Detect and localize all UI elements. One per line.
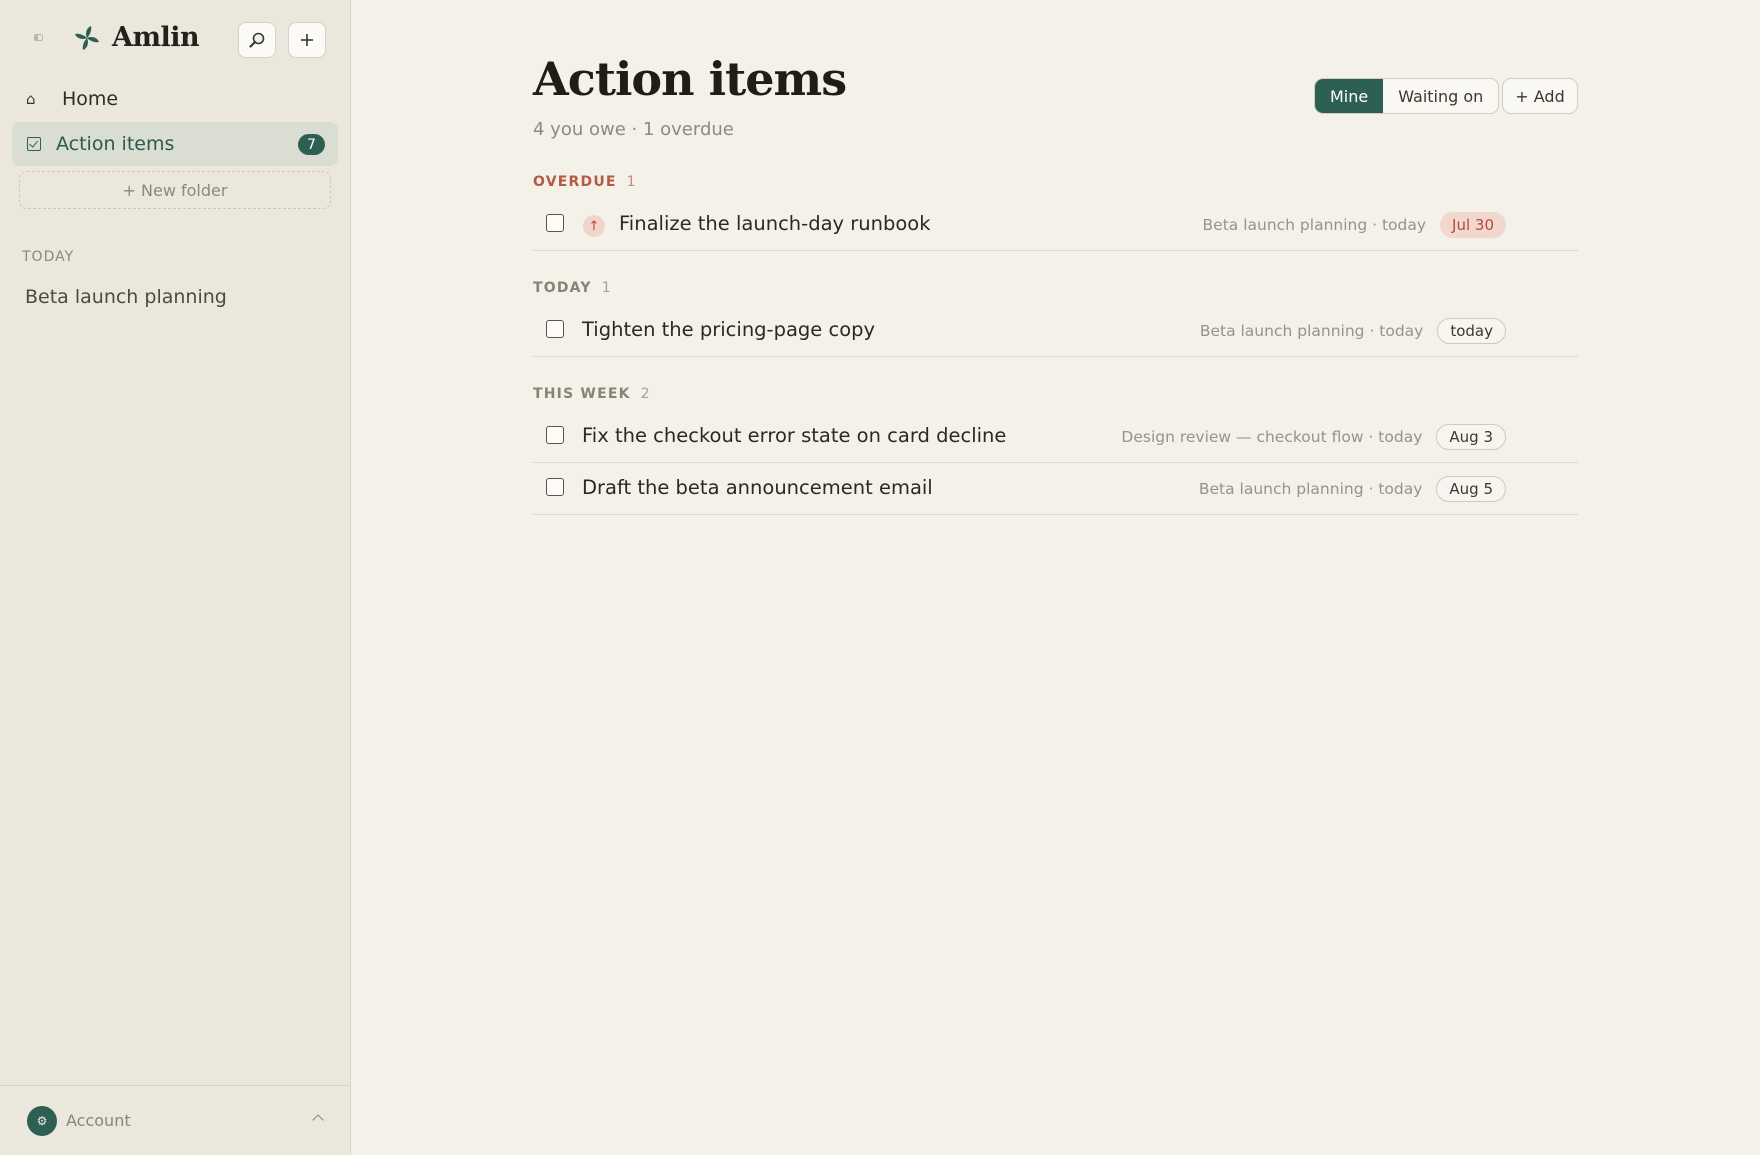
action-item-row[interactable]: Fix the checkout error state on card dec… — [533, 411, 1578, 463]
pinwheel-logo-icon — [75, 25, 99, 50]
sidebar-item-action-items[interactable]: Action items 7 — [12, 122, 338, 166]
item-checkbox[interactable] — [546, 214, 564, 232]
item-meta: Design review — checkout flow · today — [1121, 428, 1423, 446]
item-meta: Beta launch planning · today — [1202, 216, 1427, 234]
plus-icon — [301, 34, 313, 46]
group-label: THIS WEEK — [533, 386, 631, 402]
owner-filter-toggle: Mine Waiting on — [1314, 78, 1500, 114]
add-button[interactable]: + Add — [1502, 78, 1578, 114]
item-details: Beta launch planning · today Jul 30 — [1203, 212, 1506, 238]
item-title: Finalize the launch-day runbook — [619, 212, 931, 235]
item-title: Fix the checkout error state on card dec… — [582, 424, 1007, 447]
group-count: 2 — [640, 386, 651, 402]
search-button[interactable] — [238, 22, 276, 58]
new-item-button[interactable] — [288, 22, 326, 58]
item-details: Design review — checkout flow · today Au… — [1121, 424, 1506, 450]
group-label: TODAY — [533, 280, 592, 296]
brand[interactable]: Amlin — [74, 22, 200, 53]
brand-name: Amlin — [112, 22, 200, 53]
page-subtitle: 4 you owe · 1 overdue — [533, 119, 734, 140]
chevron-up-icon — [312, 1114, 324, 1126]
app-window: Amlin ⌂ Home Action items 7 + New folder… — [0, 0, 1760, 1155]
item-checkbox[interactable] — [546, 320, 564, 338]
toggle-mine[interactable]: Mine — [1315, 79, 1384, 113]
sidebar-section-label: TODAY — [22, 249, 75, 265]
item-meta: Beta launch planning · today — [1198, 480, 1423, 498]
sidebar: Amlin ⌂ Home Action items 7 + New folder… — [0, 0, 351, 1155]
action-item-row[interactable]: Tighten the pricing-page copy Beta launc… — [533, 305, 1578, 357]
main-content: Action items 4 you owe · 1 overdue Mine … — [351, 0, 1760, 1155]
checkbox-icon — [27, 137, 41, 151]
group-label: OVERDUE — [533, 174, 617, 190]
toggle-waiting-on[interactable]: Waiting on — [1383, 79, 1498, 113]
page-title: Action items — [533, 52, 847, 106]
item-checkbox[interactable] — [546, 478, 564, 496]
item-details: Beta launch planning · today today — [1200, 318, 1506, 344]
item-title: Draft the beta announcement email — [582, 476, 933, 499]
group-header-this-week: THIS WEEK 2 — [533, 386, 651, 402]
sidebar-item-label: Home — [62, 88, 119, 110]
action-item-row[interactable]: ↑ Finalize the launch-day runbook Beta l… — [533, 199, 1578, 251]
avatar: ⚙ — [27, 1106, 57, 1136]
item-checkbox[interactable] — [546, 426, 564, 444]
group-count: 1 — [626, 174, 637, 190]
action-item-row[interactable]: Draft the beta announcement email Beta l… — [533, 463, 1578, 515]
sidebar-item-home[interactable]: ⌂ Home — [12, 80, 338, 118]
due-date-chip: Aug 3 — [1436, 424, 1506, 450]
high-priority-arrow-icon: ↑ — [583, 215, 605, 237]
sidebar-toggle-icon[interactable] — [34, 34, 43, 41]
due-date-chip: today — [1437, 318, 1506, 344]
sidebar-item-beta-launch-planning[interactable]: Beta launch planning — [25, 286, 227, 308]
group-header-overdue: OVERDUE 1 — [533, 174, 637, 190]
group-header-today: TODAY 1 — [533, 280, 612, 296]
group-count: 1 — [601, 280, 612, 296]
home-icon: ⌂ — [26, 90, 36, 108]
search-icon — [249, 32, 265, 48]
due-date-chip: Aug 5 — [1436, 476, 1506, 502]
sidebar-header: Amlin — [0, 0, 350, 82]
item-meta: Beta launch planning · today — [1199, 322, 1424, 340]
new-folder-button[interactable]: + New folder — [19, 171, 331, 209]
due-date-chip: Jul 30 — [1440, 212, 1506, 238]
count-badge: 7 — [298, 134, 325, 155]
sidebar-item-label: Action items — [56, 133, 175, 155]
item-details: Beta launch planning · today Aug 5 — [1199, 476, 1506, 502]
account-menu[interactable]: ⚙ Account — [0, 1085, 350, 1155]
account-label: Account — [66, 1111, 131, 1130]
item-title: Tighten the pricing-page copy — [582, 318, 876, 341]
